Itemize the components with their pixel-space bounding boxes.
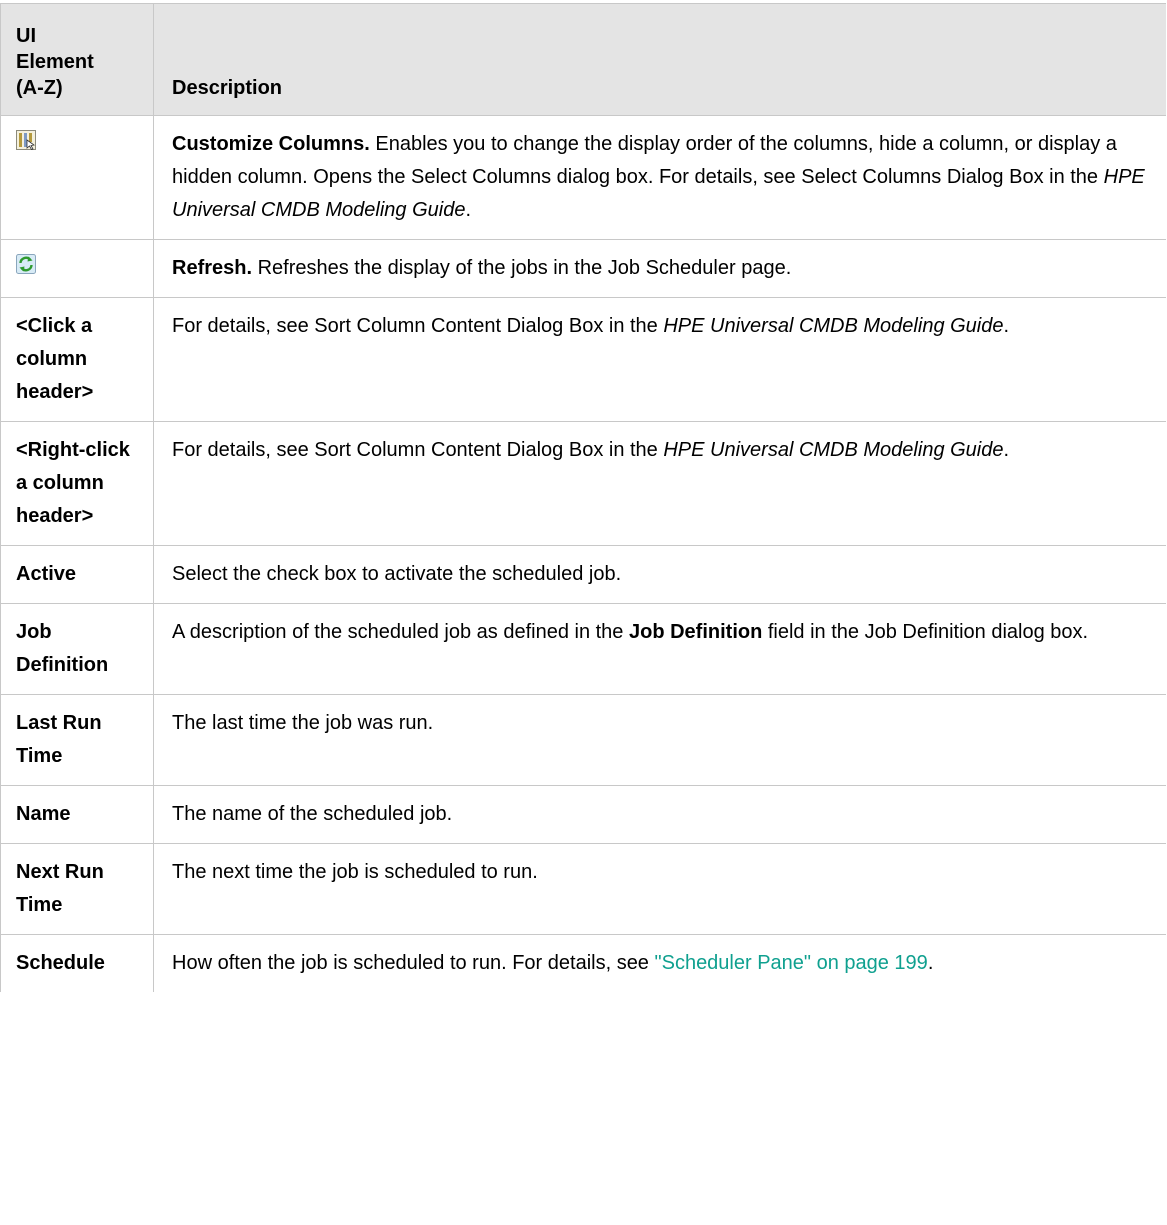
description-cell: How often the job is scheduled to run. F…: [153, 934, 1166, 992]
refresh-icon[interactable]: [16, 252, 36, 274]
description-cell: For details, see Sort Column Content Dia…: [153, 421, 1166, 546]
element-cell: Active: [0, 545, 154, 604]
table-row: Active Select the check box to activate …: [0, 545, 1166, 604]
table-row: Last Run Time The last time the job was …: [0, 694, 1166, 786]
element-cell: Last Run Time: [0, 694, 154, 786]
table-row: Refresh. Refreshes the display of the jo…: [0, 239, 1166, 298]
description-cell: Select the check box to activate the sch…: [153, 545, 1166, 604]
description-cell: Customize Columns. Enables you to change…: [153, 115, 1166, 240]
table-row: Schedule How often the job is scheduled …: [0, 934, 1166, 992]
table-row: Name The name of the scheduled job.: [0, 785, 1166, 844]
element-cell: [0, 239, 154, 298]
description-cell: A description of the scheduled job as de…: [153, 603, 1166, 695]
description-cell: For details, see Sort Column Content Dia…: [153, 297, 1166, 422]
table-row: Job Definition A description of the sche…: [0, 603, 1166, 695]
scheduler-pane-link[interactable]: "Scheduler Pane" on page 199: [655, 952, 928, 974]
element-cell: <Click a column header>: [0, 297, 154, 422]
ui-elements-table: UI Element (A-Z) Description Customize Co: [0, 3, 1166, 992]
element-cell: Name: [0, 785, 154, 844]
table-row: Next Run Time The next time the job is s…: [0, 843, 1166, 935]
column-header-description: Description: [153, 3, 1166, 116]
table-header-row: UI Element (A-Z) Description: [0, 3, 1166, 116]
table-row: Customize Columns. Enables you to change…: [0, 115, 1166, 240]
table-row: <Click a column header> For details, see…: [0, 297, 1166, 422]
table-row: <Right-click a column header> For detail…: [0, 421, 1166, 546]
description-cell: The name of the scheduled job.: [153, 785, 1166, 844]
element-cell: Next Run Time: [0, 843, 154, 935]
customize-columns-icon[interactable]: [16, 128, 36, 150]
description-cell: The last time the job was run.: [153, 694, 1166, 786]
element-cell: [0, 115, 154, 240]
element-cell: Schedule: [0, 934, 154, 992]
description-cell: Refresh. Refreshes the display of the jo…: [153, 239, 1166, 298]
description-cell: The next time the job is scheduled to ru…: [153, 843, 1166, 935]
element-cell: Job Definition: [0, 603, 154, 695]
column-header-ui-element: UI Element (A-Z): [0, 3, 154, 116]
element-cell: <Right-click a column header>: [0, 421, 154, 546]
